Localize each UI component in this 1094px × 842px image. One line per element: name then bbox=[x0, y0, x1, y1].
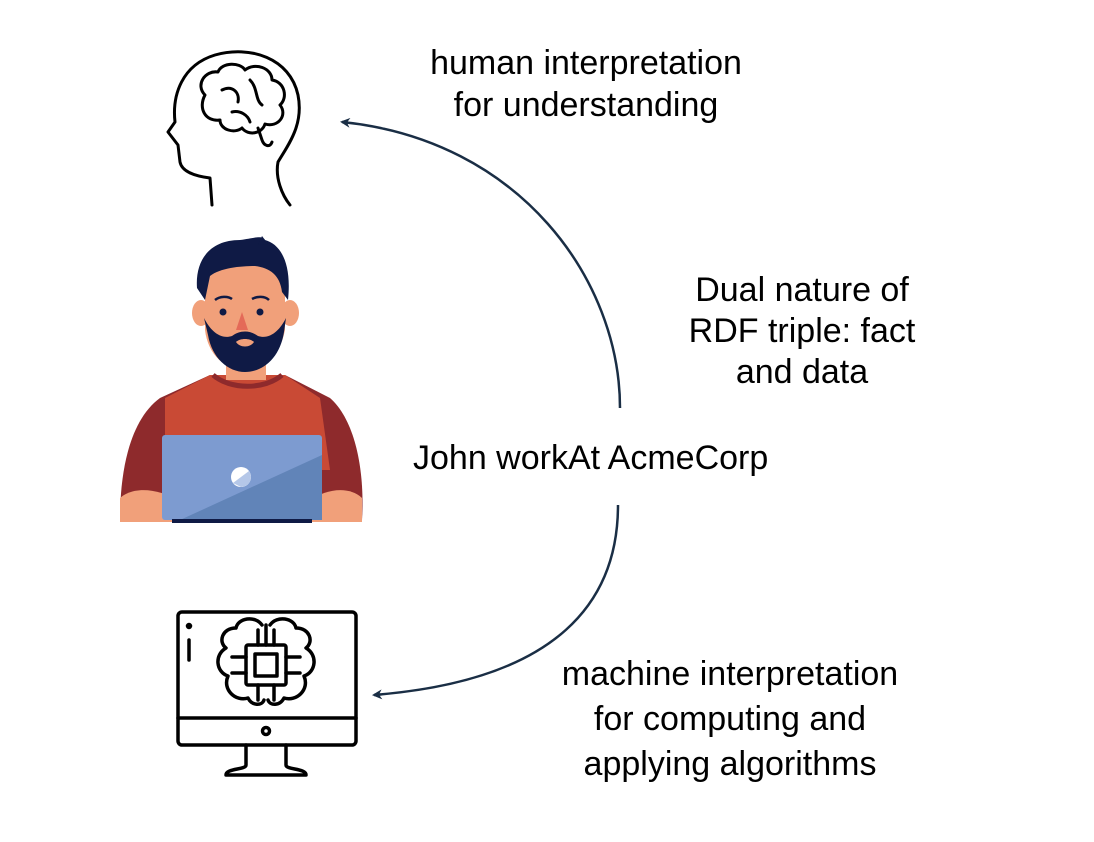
human-interpretation-label: human interpretation for understanding bbox=[386, 42, 786, 126]
arrow-to-human bbox=[340, 117, 622, 409]
computer-ai-chip-icon bbox=[176, 610, 358, 777]
machine-label-line: for computing and bbox=[593, 700, 867, 738]
machine-label-line: machine interpretation bbox=[561, 655, 899, 693]
machine-interpretation-label: machine interpretation for computing and… bbox=[520, 652, 940, 787]
dual-nature-label: Dual nature of RDF triple: fact and data bbox=[652, 270, 952, 393]
brain-head-icon bbox=[166, 50, 301, 207]
dual-label-line: RDF triple: fact bbox=[688, 312, 916, 350]
person-with-laptop-illustration bbox=[120, 236, 363, 523]
dual-label-line: Dual nature of bbox=[695, 271, 909, 309]
human-label-line: human interpretation bbox=[430, 44, 742, 82]
triple-label: John workAt AcmeCorp bbox=[413, 439, 769, 477]
human-label-line: for understanding bbox=[453, 86, 719, 124]
machine-label-line: applying algorithms bbox=[583, 745, 877, 783]
diagram: human interpretation for understanding D… bbox=[0, 0, 1094, 842]
dual-label-line: and data bbox=[735, 353, 869, 391]
